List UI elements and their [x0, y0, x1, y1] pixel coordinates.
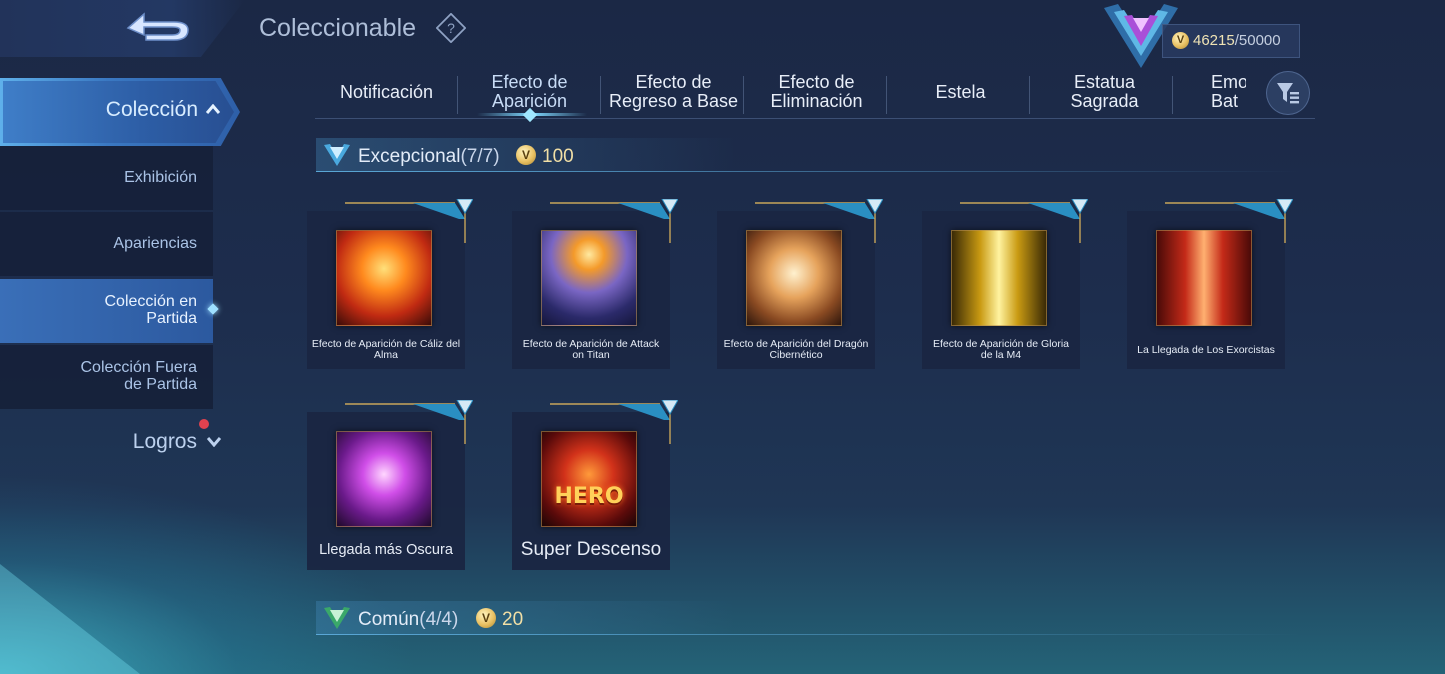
back-arrow-icon — [126, 12, 189, 41]
card-name: Efecto de Aparición de Cáliz del Alma — [311, 338, 461, 361]
tab-label: Estela — [935, 81, 986, 102]
tab-bar: Notificación Efecto de Aparición Efecto … — [315, 66, 1315, 119]
sidebar-item-label: Colección en Partida — [104, 293, 198, 327]
sidebar-main-label: Colección — [105, 98, 198, 121]
sidebar-item-label: Exhibición — [124, 169, 197, 186]
collectible-card[interactable]: Llegada más Oscura — [307, 400, 473, 570]
sidebar-item-exhibicion[interactable]: Exhibición — [0, 146, 213, 210]
tab-efecto-de-regreso-a-base[interactable]: Efecto de Regreso a Base — [602, 66, 745, 118]
currency-display: V 46215/50000 — [1162, 24, 1300, 58]
sidebar-item-label: Logros — [132, 430, 197, 453]
back-button[interactable] — [0, 0, 245, 57]
card-image — [336, 431, 432, 527]
chevron-up-icon — [206, 104, 220, 114]
background-shard — [0, 564, 140, 674]
sidebar-item-coleccion-en-partida[interactable]: Colección en Partida — [0, 279, 219, 343]
svg-text:?: ? — [447, 20, 455, 36]
hero-logo-text: HERO — [554, 484, 624, 509]
currency-current: 46215 — [1193, 32, 1235, 49]
sidebar-item-label: Apariencias — [113, 235, 197, 252]
active-indicator — [207, 303, 219, 315]
section-header-excepcional: Excepcional(7/7) V 100 — [316, 138, 1301, 172]
tab-divider — [743, 76, 744, 114]
tab-label: Efecto de Regreso a Base — [608, 72, 739, 111]
tab-notificacion[interactable]: Notificación — [315, 66, 458, 118]
section-title: Común — [358, 609, 420, 630]
card-name: Efecto de Aparición del Dragón Cibernéti… — [723, 338, 869, 361]
collectible-card[interactable]: Efecto de Aparición de Gloria de la M4 — [922, 199, 1088, 369]
sidebar-item-logros[interactable]: Logros — [0, 420, 225, 464]
chevron-down-icon — [207, 437, 221, 447]
sidebar-item-coleccion[interactable]: Colección — [0, 78, 240, 146]
rarity-comun-icon — [324, 607, 350, 629]
card-image: HERO — [541, 431, 637, 527]
card-name: Efecto de Aparición de Attack on Titan — [522, 338, 660, 361]
tab-estela[interactable]: Estela — [889, 66, 1032, 118]
card-image — [951, 230, 1047, 326]
coin-icon: V — [516, 145, 536, 165]
filter-icon — [1277, 83, 1299, 104]
collectible-card[interactable]: Efecto de Aparición de Cáliz del Alma — [307, 199, 473, 369]
tab-label: Notificación — [339, 81, 434, 102]
collectible-card[interactable]: Efecto de Aparición del Dragón Cibernéti… — [717, 199, 883, 369]
collectible-card[interactable]: Efecto de Aparición de Attack on Titan — [512, 199, 678, 369]
tab-divider — [1172, 76, 1173, 114]
tab-divider — [1029, 76, 1030, 114]
card-image — [746, 230, 842, 326]
notification-badge — [199, 419, 209, 429]
tab-efecto-de-eliminacion[interactable]: Efecto de Eliminación — [745, 66, 888, 118]
page-title: Coleccionable — [259, 14, 417, 42]
collectible-card[interactable]: HERO Super Descenso — [512, 400, 678, 570]
currency-max: /50000 — [1234, 32, 1281, 49]
tab-estatua-sagrada[interactable]: Estatua Sagrada — [1033, 66, 1176, 118]
card-name: Llegada más Oscura — [319, 542, 453, 558]
tab-divider — [600, 76, 601, 114]
filter-button[interactable] — [1266, 71, 1310, 115]
tab-label: Emo Bat — [1211, 72, 1246, 111]
card-name: Efecto de Aparición de Gloria de la M4 — [933, 338, 1069, 361]
section-cost: 100 — [542, 146, 574, 167]
sidebar-item-coleccion-fuera-de-partida[interactable]: Colección Fuera de Partida — [0, 345, 213, 409]
tab-label: Estatua Sagrada — [1070, 72, 1139, 111]
section-count: (7/7) — [460, 146, 500, 167]
card-name: Super Descenso — [520, 539, 662, 560]
collectible-card[interactable]: La Llegada de Los Exorcistas — [1127, 199, 1293, 369]
section-title: Excepcional — [358, 146, 461, 167]
tab-emote-de-batalla[interactable]: Emo Bat — [1178, 66, 1246, 118]
card-image — [336, 230, 432, 326]
rarity-excepcional-icon — [324, 144, 350, 166]
tab-label: Efecto de Eliminación — [770, 72, 863, 111]
tab-divider — [886, 76, 887, 114]
sidebar-item-apariencias[interactable]: Apariencias — [0, 212, 213, 276]
coin-icon: V — [476, 608, 496, 628]
sidebar-item-label: Colección Fuera de Partida — [80, 359, 198, 393]
help-icon[interactable]: ? — [436, 13, 466, 43]
card-name: La Llegada de Los Exorcistas — [1137, 344, 1275, 356]
section-cost: 20 — [502, 609, 524, 630]
section-header-comun: Común(4/4) V 20 — [316, 601, 1301, 635]
section-count: (4/4) — [419, 609, 459, 630]
coin-icon: V — [1172, 32, 1189, 49]
card-image — [541, 230, 637, 326]
card-image — [1156, 230, 1252, 326]
tab-label: Efecto de Aparición — [491, 72, 568, 111]
